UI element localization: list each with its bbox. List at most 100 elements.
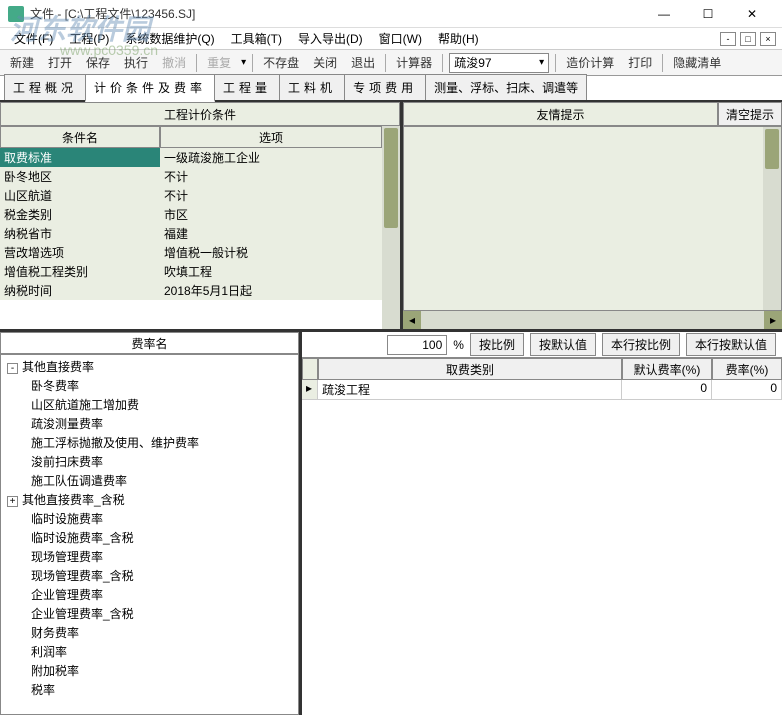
row-by-default-button[interactable]: 本行按默认值 xyxy=(686,333,776,356)
tree-item[interactable]: 临时设施费率 xyxy=(3,509,296,528)
tree-item[interactable]: -其他直接费率 xyxy=(3,357,296,376)
toolbar: 新建 打开 保存 执行 撤消 重复 ▾ 不存盘 关闭 退出 计算器 疏浚97 ▾… xyxy=(0,50,782,76)
row-by-ratio-button[interactable]: 本行按比例 xyxy=(602,333,680,356)
separator xyxy=(662,54,663,72)
cond-row[interactable]: 山区航道不计 xyxy=(0,186,382,205)
redo-button[interactable]: 重复 xyxy=(203,52,235,73)
mdi-minimize-button[interactable]: - xyxy=(720,32,736,46)
scroll-left-icon[interactable]: ◂ xyxy=(403,311,421,329)
rate-default: 0 xyxy=(622,380,712,400)
minimize-button[interactable]: — xyxy=(642,0,686,28)
tree-label: 利润率 xyxy=(31,645,67,659)
tree-item[interactable]: 施工队伍调遣费率 xyxy=(3,471,296,490)
tree-item[interactable]: 施工浮标抛撤及使用、维护费率 xyxy=(3,433,296,452)
rate-row[interactable]: ▸疏浚工程00 xyxy=(302,380,782,400)
close-doc-button[interactable]: 关闭 xyxy=(309,52,341,73)
menu-sysdata[interactable]: 系统数据维护(Q) xyxy=(119,28,220,49)
cond-row[interactable]: 卧冬地区不计 xyxy=(0,167,382,186)
tree-item[interactable]: 疏浚测量费率 xyxy=(3,414,296,433)
tips-content xyxy=(404,127,763,310)
tab-pricing[interactable]: 计价条件及费率 xyxy=(85,74,215,102)
by-ratio-button[interactable]: 按比例 xyxy=(470,333,524,356)
run-button[interactable]: 执行 xyxy=(120,52,152,73)
tab-quantity[interactable]: 工程量 xyxy=(214,74,280,100)
tree-item[interactable]: 财务费率 xyxy=(3,623,296,642)
menu-toolbox[interactable]: 工具箱(T) xyxy=(225,28,288,49)
tree-toggle-icon[interactable]: - xyxy=(7,363,18,374)
exit-button[interactable]: 退出 xyxy=(347,52,379,73)
row-marker-icon: ▸ xyxy=(302,380,318,400)
tree-label: 其他直接费率 xyxy=(22,360,94,374)
cond-row[interactable]: 增值税工程类别吹填工程 xyxy=(0,262,382,281)
percent-input[interactable] xyxy=(387,335,447,355)
close-button[interactable]: ✕ xyxy=(730,0,774,28)
mdi-close-button[interactable]: × xyxy=(760,32,776,46)
rate-tree[interactable]: -其他直接费率卧冬费率山区航道施工增加费疏浚测量费率施工浮标抛撤及使用、维护费率… xyxy=(0,354,299,715)
row-marker-header xyxy=(302,358,318,380)
tree-label: 临时设施费率 xyxy=(31,512,103,526)
tab-overview[interactable]: 工程概况 xyxy=(4,74,86,100)
cond-name: 营改增选项 xyxy=(0,243,160,262)
tree-item[interactable]: 现场管理费率_含税 xyxy=(3,566,296,585)
cond-panel-title: 工程计价条件 xyxy=(0,102,400,126)
tree-item[interactable]: 卧冬费率 xyxy=(3,376,296,395)
dropdown-icon[interactable]: ▾ xyxy=(241,57,246,68)
nosave-button[interactable]: 不存盘 xyxy=(259,52,303,73)
vscrollbar[interactable] xyxy=(763,127,781,310)
tree-item[interactable]: +其他直接费率_含税 xyxy=(3,490,296,509)
tab-materials[interactable]: 工料机 xyxy=(279,74,345,100)
tree-item[interactable]: 临时设施费率_含税 xyxy=(3,528,296,547)
mdi-restore-button[interactable]: □ xyxy=(740,32,756,46)
menu-window[interactable]: 窗口(W) xyxy=(373,28,428,49)
cond-option: 福建 xyxy=(160,224,382,243)
tab-special[interactable]: 专项费用 xyxy=(344,74,426,100)
tree-toggle-icon[interactable]: + xyxy=(7,496,18,507)
menu-help[interactable]: 帮助(H) xyxy=(432,28,485,49)
window-title: 文件 - [C:\工程文件\123456.SJ] xyxy=(30,5,642,22)
hscrollbar[interactable]: ◂ ▸ xyxy=(403,311,782,329)
by-default-button[interactable]: 按默认值 xyxy=(530,333,596,356)
new-button[interactable]: 新建 xyxy=(6,52,38,73)
rate-header: 费率(%) xyxy=(712,358,782,380)
tree-item[interactable]: 现场管理费率 xyxy=(3,547,296,566)
save-button[interactable]: 保存 xyxy=(82,52,114,73)
menu-file[interactable]: 文件(F) xyxy=(8,28,59,49)
tree-item[interactable]: 浚前扫床费率 xyxy=(3,452,296,471)
print-button[interactable]: 打印 xyxy=(624,52,656,73)
tree-label: 现场管理费率_含税 xyxy=(31,569,134,583)
vscrollbar[interactable] xyxy=(382,126,400,329)
tree-item[interactable]: 税率 xyxy=(3,680,296,699)
tree-item[interactable]: 附加税率 xyxy=(3,661,296,680)
separator xyxy=(385,54,386,72)
clear-tips-button[interactable]: 清空提示 xyxy=(718,102,782,126)
cond-row[interactable]: 税金类别市区 xyxy=(0,205,382,224)
tree-item[interactable]: 利润率 xyxy=(3,642,296,661)
menu-project[interactable]: 工程(P) xyxy=(63,28,115,49)
separator xyxy=(252,54,253,72)
undo-button[interactable]: 撤消 xyxy=(158,52,190,73)
separator xyxy=(555,54,556,72)
hidelist-button[interactable]: 隐藏清单 xyxy=(669,52,725,73)
cond-row[interactable]: 营改增选项增值税一般计税 xyxy=(0,243,382,262)
cond-row[interactable]: 取费标准一级疏浚施工企业 xyxy=(0,148,382,167)
tree-label: 企业管理费率_含税 xyxy=(31,607,134,621)
open-button[interactable]: 打开 xyxy=(44,52,76,73)
cond-option: 2018年5月1日起 xyxy=(160,281,382,300)
cond-col-option: 选项 xyxy=(160,126,382,148)
menu-importexport[interactable]: 导入导出(D) xyxy=(292,28,369,49)
tab-survey[interactable]: 测量、浮标、扫床、调遣等 xyxy=(425,74,587,100)
standard-combo[interactable]: 疏浚97 ▾ xyxy=(449,53,549,73)
pricecalc-button[interactable]: 造价计算 xyxy=(562,52,618,73)
default-rate-header: 默认费率(%) xyxy=(622,358,712,380)
cond-row[interactable]: 纳税时间2018年5月1日起 xyxy=(0,281,382,300)
tree-item[interactable]: 企业管理费率_含税 xyxy=(3,604,296,623)
maximize-button[interactable]: ☐ xyxy=(686,0,730,28)
tree-label: 卧冬费率 xyxy=(31,379,79,393)
percent-label: % xyxy=(453,338,464,352)
scroll-right-icon[interactable]: ▸ xyxy=(764,311,782,329)
cond-row[interactable]: 纳税省市福建 xyxy=(0,224,382,243)
calculator-button[interactable]: 计算器 xyxy=(392,52,436,73)
tree-item[interactable]: 山区航道施工增加费 xyxy=(3,395,296,414)
tree-item[interactable]: 企业管理费率 xyxy=(3,585,296,604)
rate-category: 疏浚工程 xyxy=(318,380,622,400)
